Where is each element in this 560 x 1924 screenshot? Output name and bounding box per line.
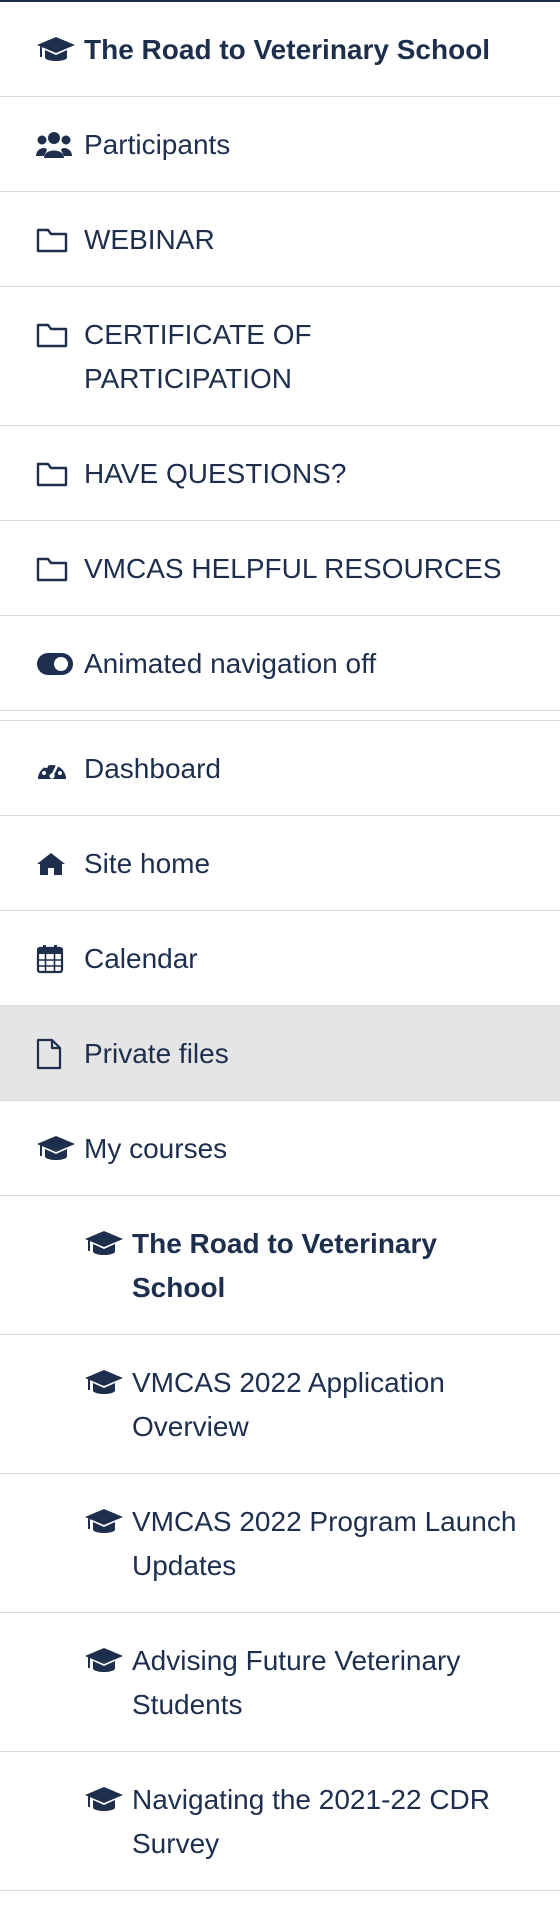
nav-item-course[interactable]: Navigating the 2021-22 CDR Survey — [0, 1752, 560, 1891]
graduation-cap-icon — [84, 1500, 132, 1544]
nav-item-dashboard[interactable]: Dashboard — [0, 721, 560, 816]
section-label: VMCAS HELPFUL RESOURCES — [84, 553, 502, 584]
toggle-icon — [36, 642, 84, 686]
course-title: The Road to Veterinary School — [84, 34, 491, 65]
nav-item-section-certificate[interactable]: CERTIFICATE OF PARTICIPATION — [0, 287, 560, 426]
nav-item-course-current[interactable]: The Road to Veterinary School — [0, 1196, 560, 1335]
nav-item-participants[interactable]: Participants — [0, 97, 560, 192]
private-files-label: Private files — [84, 1038, 229, 1069]
home-icon — [36, 842, 84, 886]
course-label: Advising Future Veterinary Students — [132, 1645, 461, 1720]
calendar-label: Calendar — [84, 943, 198, 974]
course-label: Navigating the 2021-22 CDR Survey — [132, 1784, 490, 1859]
nav-item-site-home[interactable]: Site home — [0, 816, 560, 911]
course-navigation: The Road to Veterinary School Participan… — [0, 2, 560, 711]
calendar-icon — [36, 937, 84, 981]
graduation-cap-icon — [84, 1778, 132, 1822]
site-navigation: Dashboard Site home Calendar Private fil… — [0, 721, 560, 1891]
nav-item-section-questions[interactable]: HAVE QUESTIONS? — [0, 426, 560, 521]
graduation-cap-icon — [36, 28, 84, 72]
nav-separator — [0, 711, 560, 721]
section-label: HAVE QUESTIONS? — [84, 458, 347, 489]
nav-item-my-courses[interactable]: My courses — [0, 1101, 560, 1196]
folder-icon — [36, 547, 84, 591]
nav-item-section-webinar[interactable]: WEBINAR — [0, 192, 560, 287]
nav-item-private-files[interactable]: Private files — [0, 1006, 560, 1101]
folder-icon — [36, 218, 84, 262]
participants-label: Participants — [84, 129, 231, 160]
nav-item-course[interactable]: VMCAS 2022 Application Overview — [0, 1335, 560, 1474]
graduation-cap-icon — [84, 1639, 132, 1683]
dashboard-label: Dashboard — [84, 753, 221, 784]
graduation-cap-icon — [36, 1127, 84, 1171]
nav-item-calendar[interactable]: Calendar — [0, 911, 560, 1006]
my-courses-label: My courses — [84, 1133, 228, 1164]
section-label: CERTIFICATE OF PARTICIPATION — [84, 319, 312, 394]
nav-item-course[interactable]: VMCAS 2022 Program Launch Updates — [0, 1474, 560, 1613]
nav-item-course[interactable]: Advising Future Veterinary Students — [0, 1613, 560, 1752]
course-label: VMCAS 2022 Program Launch Updates — [132, 1506, 517, 1581]
animated-navigation-label: Animated navigation off — [84, 648, 377, 679]
nav-item-course-home[interactable]: The Road to Veterinary School — [0, 2, 560, 97]
users-icon — [36, 123, 84, 167]
folder-icon — [36, 313, 84, 357]
course-label: VMCAS 2022 Application Overview — [132, 1367, 445, 1442]
nav-item-section-resources[interactable]: VMCAS HELPFUL RESOURCES — [0, 521, 560, 616]
graduation-cap-icon — [84, 1361, 132, 1405]
site-home-label: Site home — [84, 848, 211, 879]
dashboard-icon — [36, 747, 84, 791]
graduation-cap-icon — [84, 1222, 132, 1266]
nav-item-animated-navigation[interactable]: Animated navigation off — [0, 616, 560, 711]
file-icon — [36, 1032, 84, 1076]
section-label: WEBINAR — [84, 224, 215, 255]
folder-icon — [36, 452, 84, 496]
course-label: The Road to Veterinary School — [132, 1228, 437, 1303]
